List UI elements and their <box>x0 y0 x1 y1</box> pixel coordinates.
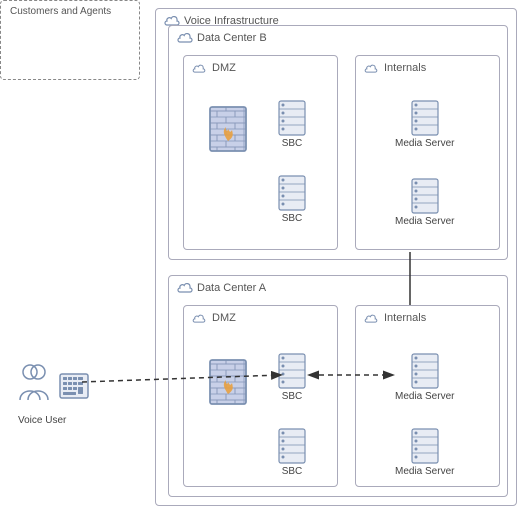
cloud-icon-dcb <box>177 31 193 46</box>
customers-label: Customers and Agents <box>10 6 111 17</box>
dmz-a-label: DMZ <box>212 312 236 324</box>
sbc1-dmz-a: SBC <box>278 353 306 402</box>
phone-icon <box>58 370 90 402</box>
ms2-internals-b-label: Media Server <box>395 216 454 227</box>
voice-user-label: Voice User <box>18 415 66 426</box>
cloud-icon-dca <box>177 281 193 296</box>
sbc2-dmz-b: SBC <box>278 175 306 224</box>
customers-box: Customers and Agents <box>0 0 140 80</box>
internals-b-label: Internals <box>384 62 426 74</box>
internals-a-label: Internals <box>384 312 426 324</box>
dmz-b-box: DMZ <box>183 55 338 250</box>
ms1-internals-b: Media Server <box>395 100 454 149</box>
cloud-icon-inta <box>364 311 378 326</box>
ms2-internals-a: Media Server <box>395 428 454 477</box>
ms1-internals-b-label: Media Server <box>395 138 454 149</box>
firewall-dmz-a <box>208 358 248 406</box>
dmz-a-box: DMZ <box>183 305 338 487</box>
cloud-icon-dmza <box>192 311 206 326</box>
sbc1-dmz-b-label: SBC <box>282 138 303 149</box>
sbc2-dmz-b-label: SBC <box>282 213 303 224</box>
voice-user-area <box>18 362 90 402</box>
person-icon <box>18 362 54 402</box>
ms1-internals-a: Media Server <box>395 353 454 402</box>
ms2-internals-b: Media Server <box>395 178 454 227</box>
dmz-b-label: DMZ <box>212 62 236 74</box>
dc-a-label: Data Center A <box>197 282 266 294</box>
firewall-dmz-b <box>208 105 248 153</box>
cloud-icon-intb <box>364 61 378 76</box>
dc-b-label: Data Center B <box>197 32 267 44</box>
diagram: Voice Infrastructure Data Center B Data … <box>0 0 530 520</box>
sbc2-dmz-a: SBC <box>278 428 306 477</box>
sbc2-dmz-a-label: SBC <box>282 466 303 477</box>
cloud-icon-dmzb <box>192 61 206 76</box>
sbc1-dmz-a-label: SBC <box>282 391 303 402</box>
ms2-internals-a-label: Media Server <box>395 466 454 477</box>
ms1-internals-a-label: Media Server <box>395 391 454 402</box>
sbc1-dmz-b: SBC <box>278 100 306 149</box>
